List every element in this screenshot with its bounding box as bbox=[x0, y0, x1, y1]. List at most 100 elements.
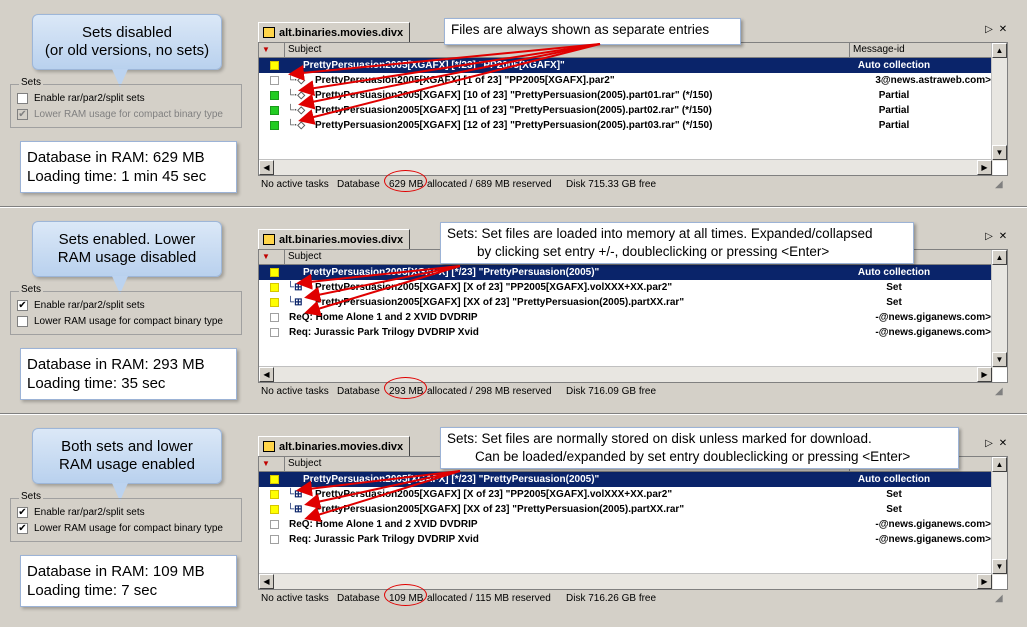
tab-newsgroup[interactable]: alt.binaries.movies.divx bbox=[258, 22, 411, 42]
table-row[interactable]: └·◇ PrettyPersuasion2005[XGAFX] [1 of 23]… bbox=[259, 73, 993, 88]
status-marker bbox=[270, 505, 279, 514]
status-marker bbox=[270, 106, 279, 115]
table-row[interactable]: └·◇ PrettyPersuasion2005[XGAFX] [11 of 23… bbox=[259, 103, 993, 118]
scroll-down-button[interactable]: ▼ bbox=[992, 352, 1007, 367]
table-row[interactable]: PrettyPersuasion2005[XGAFX] [*/23] "Pret… bbox=[259, 472, 993, 487]
enable-sets-option[interactable]: ✔ Enable rar/par2/split sets bbox=[17, 507, 145, 518]
table-row[interactable]: PrettyPersuasion2005[XGAFX] [*/23] "Pret… bbox=[259, 265, 993, 280]
scroll-left-button[interactable]: ◀ bbox=[259, 367, 274, 382]
subject-cell: PrettyPersuasion2005[XGAFX] [1 of 23] "P… bbox=[315, 75, 615, 86]
scroll-up-button[interactable]: ▲ bbox=[992, 457, 1007, 472]
scroll-right-button[interactable]: ▶ bbox=[977, 160, 992, 175]
horizontal-scrollbar[interactable]: ◀ ▶ bbox=[259, 573, 993, 589]
list-header: ▼ SubjectMessage-id bbox=[259, 43, 993, 58]
caption-bubble: Both sets and lower RAM usage enabled bbox=[32, 428, 222, 484]
message-list[interactable]: ▼SubjectMessage-idPrettyPersuasion2005[X… bbox=[258, 42, 1008, 176]
set-expand-icon[interactable]: └⊞ bbox=[287, 280, 302, 295]
scroll-right-button[interactable]: ▶ bbox=[977, 574, 992, 589]
header-message-id[interactable]: Message-id bbox=[850, 43, 993, 57]
enable-sets-checkbox[interactable]: ✔ bbox=[17, 507, 28, 518]
scroll-right-button[interactable]: ▶ bbox=[977, 367, 992, 382]
table-row[interactable]: ReQ: Home Alone 1 and 2 XVID DVDRIP -@new… bbox=[259, 310, 993, 325]
highlight-circle bbox=[384, 584, 427, 606]
status-tasks: No active tasks bbox=[261, 386, 329, 397]
status-disk-free: Disk 716.26 GB free bbox=[566, 593, 657, 604]
table-row[interactable]: ReQ: Home Alone 1 and 2 XVID DVDRIP -@new… bbox=[259, 517, 993, 532]
table-row[interactable]: Req: Jurassic Park Trilogy DVDRIP Xvid -@… bbox=[259, 532, 993, 547]
newsgroup-icon bbox=[263, 441, 275, 452]
scroll-left-button[interactable]: ◀ bbox=[259, 160, 274, 175]
scroll-down-button[interactable]: ▼ bbox=[992, 559, 1007, 574]
message-id-cell: -@news.giganews.com> bbox=[875, 534, 991, 545]
scroll-left-button[interactable]: ◀ bbox=[259, 574, 274, 589]
enable-sets-checkbox[interactable]: ✔ bbox=[17, 300, 28, 311]
table-row[interactable]: └⊞ PrettyPersuasion2005[XGAFX] [X of 23] … bbox=[259, 280, 993, 295]
set-expand-icon[interactable]: └⊞ bbox=[287, 487, 302, 502]
enable-sets-option[interactable]: ✔ Enable rar/par2/split sets bbox=[17, 300, 145, 311]
table-row[interactable]: └·◇ PrettyPersuasion2005[XGAFX] [12 of 23… bbox=[259, 118, 993, 133]
low-ram-checkbox[interactable]: ✔ bbox=[17, 523, 28, 534]
scroll-down-button[interactable]: ▼ bbox=[992, 145, 1007, 160]
set-expand-icon[interactable]: └⊞ bbox=[287, 295, 302, 310]
header-subject[interactable]: Subject bbox=[285, 43, 850, 57]
low-ram-label: Lower RAM usage for compact binary type bbox=[34, 109, 223, 120]
subject-cell: PrettyPersuasion2005[XGAFX] [*/23] "PP20… bbox=[303, 60, 565, 71]
annotation-callout: Files are always shown as separate entri… bbox=[444, 18, 741, 45]
sets-group-title: Sets bbox=[19, 77, 44, 88]
scroll-up-button[interactable]: ▲ bbox=[992, 250, 1007, 265]
low-ram-option[interactable]: Lower RAM usage for compact binary type bbox=[17, 316, 223, 327]
callout-line: Sets: Set files are normally stored on d… bbox=[447, 431, 872, 446]
status-marker bbox=[270, 313, 279, 322]
table-row[interactable]: └⊞ PrettyPersuasion2005[XGAFX] [X of 23] … bbox=[259, 487, 993, 502]
header-flag-cell[interactable]: ▼ bbox=[259, 43, 285, 57]
tab-newsgroup[interactable]: alt.binaries.movies.divx bbox=[258, 229, 411, 249]
vertical-scrollbar[interactable]: ▲ ▼ bbox=[991, 43, 1007, 161]
enable-sets-checkbox[interactable] bbox=[17, 93, 28, 104]
scroll-up-button[interactable]: ▲ bbox=[992, 43, 1007, 58]
table-row[interactable]: └·◇ PrettyPersuasion2005[XGAFX] [10 of 23… bbox=[259, 88, 993, 103]
horizontal-scrollbar[interactable]: ◀ ▶ bbox=[259, 159, 993, 175]
status-marker bbox=[270, 535, 279, 544]
close-icon[interactable]: ✕ bbox=[997, 24, 1009, 36]
entry-status-cell: Auto collection bbox=[857, 474, 931, 485]
message-list[interactable]: ▼SubjectMessage-idPrettyPersuasion2005[X… bbox=[258, 456, 1008, 590]
close-icon[interactable]: ✕ bbox=[997, 231, 1009, 243]
enable-sets-label: Enable rar/par2/split sets bbox=[34, 300, 145, 311]
scroll-tabs-right-icon[interactable]: ▷ bbox=[983, 24, 995, 36]
table-row[interactable]: └⊞ PrettyPersuasion2005[XGAFX] [XX of 23]… bbox=[259, 502, 993, 517]
callout-line: by clicking set entry +/-, doubleclickin… bbox=[477, 244, 830, 259]
callout-line: Sets: Set files are loaded into memory a… bbox=[447, 226, 873, 241]
message-list[interactable]: ▼SubjectMessage-idPrettyPersuasion2005[X… bbox=[258, 249, 1008, 383]
low-ram-checkbox[interactable] bbox=[17, 316, 28, 327]
header-flag-cell[interactable]: ▼ bbox=[259, 250, 285, 264]
resize-grip-icon[interactable]: ◢ bbox=[992, 385, 1006, 399]
scroll-tabs-right-icon[interactable]: ▷ bbox=[983, 438, 995, 450]
caption-bubble: Sets disabled (or old versions, no sets) bbox=[32, 14, 222, 70]
flag-icon: ▼ bbox=[262, 252, 270, 261]
status-marker bbox=[270, 298, 279, 307]
vertical-scrollbar[interactable]: ▲ ▼ bbox=[991, 457, 1007, 575]
status-database-label: Database bbox=[337, 386, 380, 397]
tab-newsgroup[interactable]: alt.binaries.movies.divx bbox=[258, 436, 411, 456]
status-tasks: No active tasks bbox=[261, 179, 329, 190]
status-marker bbox=[270, 61, 279, 70]
table-row[interactable]: └⊞ PrettyPersuasion2005[XGAFX] [XX of 23]… bbox=[259, 295, 993, 310]
vertical-scrollbar[interactable]: ▲ ▼ bbox=[991, 250, 1007, 368]
header-flag-cell[interactable]: ▼ bbox=[259, 457, 285, 471]
stats-line: Loading time: 7 sec bbox=[27, 582, 158, 599]
entry-status-cell: Set bbox=[886, 504, 902, 515]
message-id-cell: -@news.giganews.com> bbox=[875, 327, 991, 338]
resize-grip-icon[interactable]: ◢ bbox=[992, 592, 1006, 606]
close-icon[interactable]: ✕ bbox=[997, 438, 1009, 450]
horizontal-scrollbar[interactable]: ◀ ▶ bbox=[259, 366, 993, 382]
table-row[interactable]: PrettyPersuasion2005[XGAFX] [*/23] "PP20… bbox=[259, 58, 993, 73]
low-ram-option[interactable]: ✔ Lower RAM usage for compact binary type bbox=[17, 523, 223, 534]
status-marker bbox=[270, 490, 279, 499]
entry-status-cell: Set bbox=[886, 489, 902, 500]
resize-grip-icon[interactable]: ◢ bbox=[992, 178, 1006, 192]
set-expand-icon[interactable]: └⊞ bbox=[287, 502, 302, 517]
entry-status-cell: Auto collection bbox=[857, 60, 931, 71]
enable-sets-option[interactable]: Enable rar/par2/split sets bbox=[17, 93, 145, 104]
table-row[interactable]: Req: Jurassic Park Trilogy DVDRIP Xvid -@… bbox=[259, 325, 993, 340]
scroll-tabs-right-icon[interactable]: ▷ bbox=[983, 231, 995, 243]
